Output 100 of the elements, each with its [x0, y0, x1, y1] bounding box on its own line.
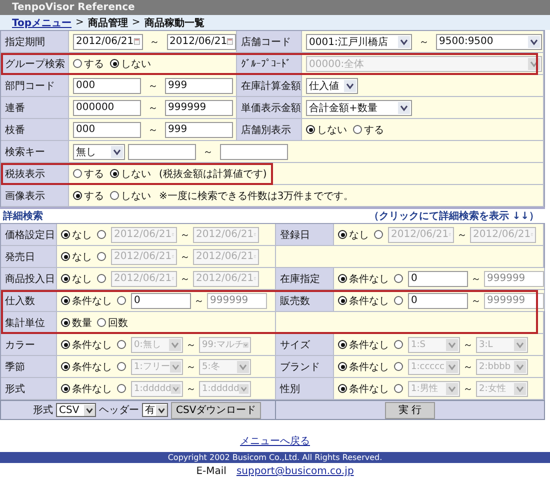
- range-separator: ～: [462, 338, 474, 352]
- field-label: 店舗コード: [237, 31, 302, 52]
- radio-button[interactable]: 条件なし: [338, 338, 389, 352]
- run-button[interactable]: 実 行: [385, 402, 435, 418]
- caret-icon[interactable]: [398, 36, 410, 48]
- range-separator: ～: [462, 360, 474, 374]
- radio-button[interactable]: [97, 274, 106, 283]
- radio-button[interactable]: [374, 230, 383, 239]
- radio-button[interactable]: 条件なし: [338, 294, 389, 308]
- calendar-icon[interactable]: [227, 36, 233, 47]
- radio-button[interactable]: なし: [338, 228, 369, 242]
- date-field[interactable]: 2012/06/21: [166, 34, 236, 50]
- radio-button[interactable]: [117, 384, 126, 393]
- breadcrumb-link[interactable]: Topメニュー: [12, 16, 72, 30]
- radio-button[interactable]: 条件なし: [61, 294, 112, 308]
- radio-button[interactable]: 条件なし: [61, 360, 112, 374]
- note-text: ※一度に検索できる件数は3万件までです。: [159, 190, 354, 202]
- field-label: 枝番: [1, 119, 69, 140]
- radio-button[interactable]: [394, 362, 403, 371]
- radio-button[interactable]: [117, 340, 126, 349]
- radio-button[interactable]: なし: [61, 272, 92, 286]
- text-field[interactable]: 000: [73, 78, 141, 94]
- range-separator: ～: [470, 272, 482, 286]
- text-field[interactable]: 000: [73, 122, 141, 138]
- header-label: ヘッダー: [99, 404, 139, 417]
- range-separator: ～: [456, 228, 468, 242]
- radio-button[interactable]: 条件なし: [61, 338, 112, 352]
- range-separator: ～: [462, 382, 474, 396]
- caret-icon[interactable]: [84, 404, 95, 416]
- radio-button[interactable]: [394, 384, 403, 393]
- csv-download-button[interactable]: CSVダウンロード: [171, 402, 262, 418]
- caret-icon[interactable]: [156, 404, 167, 416]
- caret-icon[interactable]: [111, 146, 123, 158]
- dropdown[interactable]: 無し: [73, 144, 125, 160]
- field-label: 在庫指定: [276, 268, 334, 289]
- dropdown[interactable]: 合計金額+数量: [306, 100, 412, 116]
- text-field[interactable]: 999: [165, 78, 233, 94]
- field-label: 発売日: [1, 246, 57, 267]
- radio-button[interactable]: [117, 362, 126, 371]
- radio-button[interactable]: する: [353, 122, 384, 136]
- caret-icon[interactable]: [344, 80, 356, 92]
- text-field[interactable]: 0: [131, 292, 191, 308]
- header-dropdown[interactable]: 有: [142, 403, 168, 417]
- field-label: カラー: [1, 334, 57, 355]
- date-field[interactable]: 2012/06/21: [73, 34, 142, 50]
- field-label: 季節: [1, 356, 57, 377]
- range-separator: ～: [185, 382, 197, 396]
- field-label: 店舗別表示: [237, 119, 302, 140]
- text-field[interactable]: 999999: [165, 100, 233, 116]
- radio-button[interactable]: [394, 296, 403, 305]
- radio-button[interactable]: 条件なし: [338, 382, 389, 396]
- radio-button[interactable]: しない: [110, 166, 151, 180]
- radio-button[interactable]: 条件なし: [338, 360, 389, 374]
- radio-button[interactable]: しない: [306, 122, 347, 136]
- text-field[interactable]: [220, 144, 288, 160]
- radio-button[interactable]: する: [73, 56, 104, 70]
- email-label: E-Mail: [196, 466, 226, 477]
- format-label: 形式: [33, 404, 53, 417]
- field-label: 形式: [1, 378, 57, 399]
- radio-button[interactable]: [117, 296, 126, 305]
- dropdown[interactable]: 0001:江戸川橋店: [306, 34, 412, 50]
- radio-button[interactable]: する: [73, 166, 104, 180]
- caret-icon[interactable]: [398, 102, 410, 114]
- text-field[interactable]: 999: [165, 122, 233, 138]
- text-field[interactable]: 000000: [73, 100, 141, 116]
- radio-button[interactable]: 回数: [97, 316, 128, 330]
- radio-button[interactable]: なし: [61, 250, 92, 264]
- caret-icon[interactable]: [528, 36, 540, 48]
- radio-button[interactable]: [394, 274, 403, 283]
- radio-button[interactable]: しない: [110, 188, 151, 202]
- field-label: 連番: [1, 97, 69, 118]
- format-dropdown[interactable]: CSV: [56, 403, 96, 417]
- radio-button[interactable]: [97, 230, 106, 239]
- calendar-icon[interactable]: [134, 36, 140, 47]
- radio-button[interactable]: 条件なし: [61, 382, 112, 396]
- text-field[interactable]: 0: [408, 270, 468, 286]
- radio-button[interactable]: なし: [61, 228, 92, 242]
- field-label: 部門コード: [1, 75, 69, 96]
- radio-button[interactable]: [394, 340, 403, 349]
- range-separator: ～: [147, 102, 159, 114]
- dropdown[interactable]: 仕入値: [306, 78, 358, 94]
- note-text: (税抜金額は計算値です): [159, 168, 267, 180]
- breadcrumb-item: 商品稼動一覧: [144, 16, 204, 30]
- radio-button[interactable]: しない: [110, 56, 151, 70]
- field-label: 指定期間: [1, 31, 69, 52]
- toggle-details-link[interactable]: （クリックにて詳細検索を表示 ↓↓）: [368, 209, 539, 223]
- text-field[interactable]: 0: [408, 292, 468, 308]
- text-field[interactable]: [128, 144, 196, 160]
- range-separator: ～: [185, 338, 197, 352]
- email-link[interactable]: support@busicom.co.jp: [236, 466, 354, 477]
- dropdown[interactable]: 9500:9500: [436, 34, 542, 50]
- field-label: ブランド: [276, 356, 334, 377]
- radio-button[interactable]: [97, 252, 106, 261]
- field-label: 在庫計算金額: [237, 75, 302, 96]
- back-to-menu-link[interactable]: メニューへ戻る: [240, 436, 310, 447]
- range-separator: ～: [185, 360, 197, 374]
- radio-button[interactable]: する: [73, 188, 104, 202]
- field-label: 性別: [276, 378, 334, 399]
- radio-button[interactable]: 条件なし: [338, 272, 389, 286]
- radio-button[interactable]: 数量: [61, 316, 92, 330]
